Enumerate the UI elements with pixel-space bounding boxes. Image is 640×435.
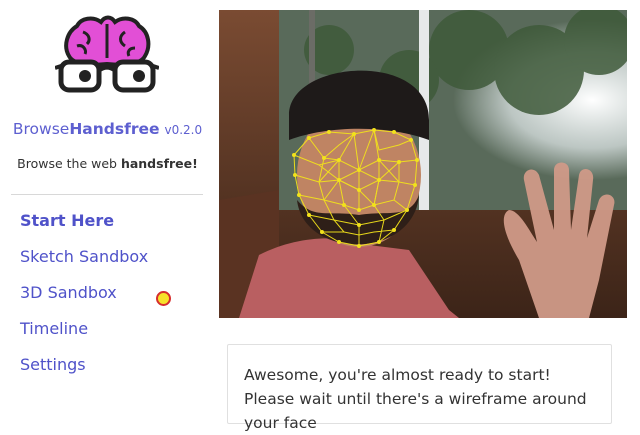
brand-title: BrowseHandsfree v0.2.0 xyxy=(0,120,215,138)
nav-item-sketch-sandbox[interactable]: Sketch Sandbox xyxy=(20,244,148,280)
nav-item-settings[interactable]: Settings xyxy=(20,352,148,388)
nav-item-timeline[interactable]: Timeline xyxy=(20,316,148,352)
version-label: v0.2.0 xyxy=(164,123,203,137)
sidebar-nav: Start Here Sketch Sandbox 3D Sandbox Tim… xyxy=(20,208,148,388)
head-pointer-cursor xyxy=(156,291,171,306)
webcam-feed xyxy=(219,10,627,318)
nav-item-3d-sandbox[interactable]: 3D Sandbox xyxy=(20,280,148,316)
tagline-bold: handsfree! xyxy=(120,156,198,171)
tagline: Browse the web handsfree! xyxy=(0,156,215,171)
brand-name-bold: Handsfree xyxy=(69,120,160,138)
sidebar-divider xyxy=(11,194,203,195)
status-card: Awesome, you're almost ready to start! P… xyxy=(227,344,612,432)
status-message: Awesome, you're almost ready to start! P… xyxy=(244,366,587,432)
brain-glasses-logo-icon xyxy=(54,12,160,96)
sidebar: BrowseHandsfree v0.2.0 Browse the web ha… xyxy=(0,0,215,400)
brand-name-prefix: Browse xyxy=(12,120,70,138)
nav-item-start-here[interactable]: Start Here xyxy=(20,208,148,244)
tagline-prefix: Browse the web xyxy=(17,156,121,171)
